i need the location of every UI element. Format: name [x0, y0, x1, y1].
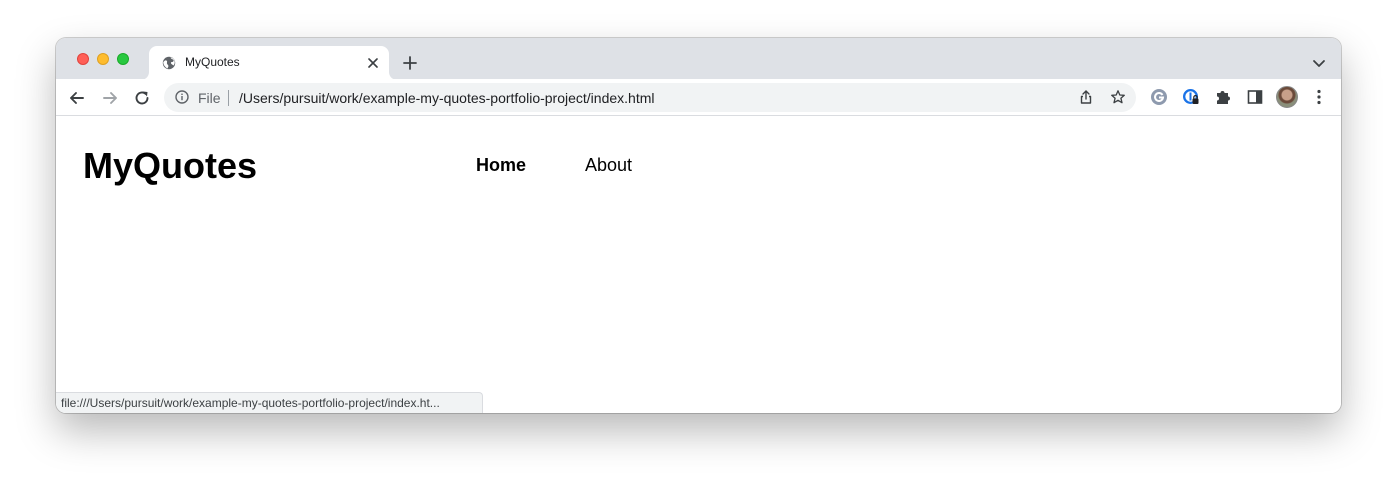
- info-icon[interactable]: [175, 90, 189, 104]
- forward-arrow-icon[interactable]: [99, 87, 121, 109]
- password-manager-icon[interactable]: [1182, 88, 1200, 106]
- share-icon[interactable]: [1078, 89, 1094, 105]
- page-content: MyQuotes Home About file:///Users/pursui…: [56, 117, 1341, 413]
- url-text[interactable]: /Users/pursuit/work/example-my-quotes-po…: [239, 90, 654, 106]
- title-bar: MyQuotes: [56, 38, 1341, 80]
- window-minimize-button[interactable]: [97, 53, 109, 65]
- nav-link-about[interactable]: About: [585, 155, 632, 176]
- window-maximize-button[interactable]: [117, 53, 129, 65]
- address-separator: [228, 90, 229, 106]
- reload-icon[interactable]: [131, 87, 153, 109]
- tab-title: MyQuotes: [185, 55, 240, 69]
- status-bar-url: file:///Users/pursuit/work/example-my-qu…: [56, 392, 483, 413]
- google-extension-icon[interactable]: [1150, 88, 1168, 106]
- profile-avatar[interactable]: [1276, 86, 1298, 108]
- kebab-menu-icon[interactable]: [1310, 88, 1328, 106]
- address-bar[interactable]: File /Users/pursuit/work/example-my-quot…: [164, 83, 1136, 112]
- browser-window: MyQuotes File /Users/pursuit/work/exampl…: [56, 38, 1341, 413]
- chevron-down-icon[interactable]: [1311, 55, 1327, 71]
- nav-link-home[interactable]: Home: [476, 155, 526, 176]
- browser-toolbar: File /Users/pursuit/work/example-my-quot…: [56, 79, 1341, 116]
- scheme-label: File: [198, 90, 221, 106]
- tab-myquotes[interactable]: MyQuotes: [149, 46, 389, 80]
- window-close-button[interactable]: [77, 53, 89, 65]
- extensions-puzzle-icon[interactable]: [1214, 88, 1232, 106]
- side-panel-icon[interactable]: [1246, 88, 1264, 106]
- new-tab-plus-icon[interactable]: [400, 53, 420, 73]
- site-logo[interactable]: MyQuotes: [83, 145, 257, 187]
- bookmark-star-icon[interactable]: [1110, 89, 1126, 105]
- globe-icon: [162, 56, 176, 70]
- close-icon[interactable]: [365, 55, 381, 71]
- back-arrow-icon[interactable]: [66, 87, 88, 109]
